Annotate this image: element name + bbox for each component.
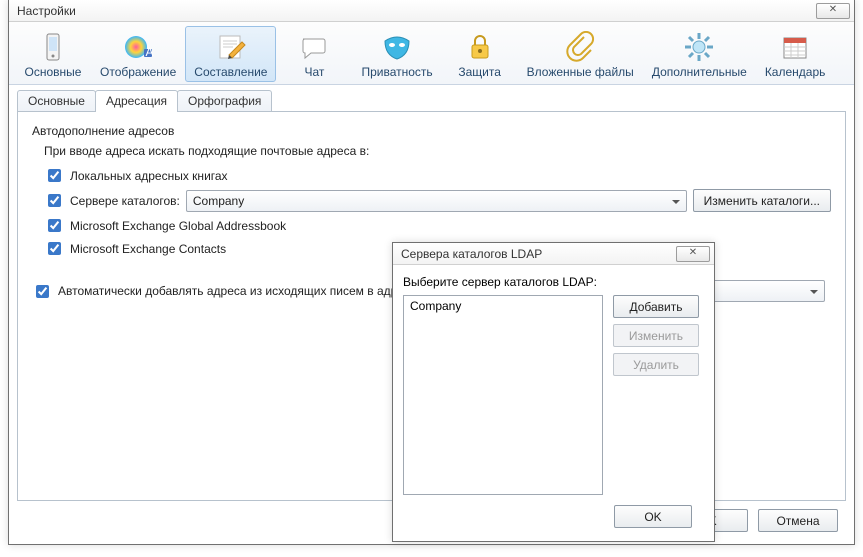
gear-icon [683, 31, 715, 63]
cat-chat[interactable]: Чат [276, 26, 352, 82]
calendar-icon [779, 31, 811, 63]
dialog-titlebar: Сервера каталогов LDAP ✕ [393, 243, 714, 265]
lock-icon [464, 31, 496, 63]
label: Календарь [765, 65, 826, 79]
phone-icon [37, 31, 69, 63]
cb-local[interactable] [48, 169, 61, 182]
category-toolbar: Основные Aa Отображение Составление Чат … [9, 22, 854, 85]
titlebar: Настройки ✕ [9, 0, 854, 22]
tab-addressing[interactable]: Адресация [95, 90, 178, 112]
palette-icon: Aa [122, 31, 154, 63]
cb-gal[interactable] [48, 219, 61, 232]
ldap-listbox[interactable]: Company [403, 295, 603, 495]
cb-directory[interactable] [48, 194, 61, 207]
cb-contacts-label: Microsoft Exchange Contacts [70, 242, 226, 256]
cat-security[interactable]: Защита [442, 26, 518, 82]
cat-privacy[interactable]: Приватность [352, 26, 441, 82]
directory-select[interactable]: Company [186, 190, 687, 212]
label: Чат [305, 65, 325, 79]
label: Защита [458, 65, 501, 79]
compose-icon [215, 31, 247, 63]
mask-icon [381, 31, 413, 63]
svg-text:Aa: Aa [146, 45, 155, 59]
add-button[interactable]: Добавить [613, 295, 699, 318]
cb-directory-label: Сервере каталогов: [70, 194, 180, 208]
delete-button[interactable]: Удалить [613, 353, 699, 376]
hint: При вводе адреса искать подходящие почто… [44, 144, 831, 158]
label: Приватность [361, 65, 432, 79]
cb-auto-add-label: Автоматически добавлять адреса из исходя… [58, 284, 397, 298]
dialog-ok-button[interactable]: OK [614, 505, 692, 528]
close-button[interactable]: ✕ [816, 3, 850, 19]
tab-spelling[interactable]: Орфография [177, 90, 272, 112]
cat-compose[interactable]: Составление [185, 26, 276, 82]
ldap-dialog: Сервера каталогов LDAP ✕ Выберите сервер… [392, 242, 715, 542]
cb-local-label: Локальных адресных книгах [70, 169, 228, 183]
cat-general[interactable]: Основные [15, 26, 91, 82]
edit-directories-button[interactable]: Изменить каталоги... [693, 189, 831, 212]
label: Составление [194, 65, 267, 79]
label: Дополнительные [652, 65, 747, 79]
list-item[interactable]: Company [408, 298, 598, 314]
chat-icon [298, 31, 330, 63]
cancel-button[interactable]: Отмена [758, 509, 838, 532]
dialog-close-button[interactable]: ✕ [676, 246, 710, 262]
cb-contacts[interactable] [48, 242, 61, 255]
tab-general[interactable]: Основные [17, 90, 96, 112]
window-title: Настройки [17, 4, 816, 18]
directory-selected: Company [193, 194, 244, 208]
cb-gal-label: Microsoft Exchange Global Addressbook [70, 219, 286, 233]
label: Вложенные файлы [527, 65, 634, 79]
cat-attach[interactable]: Вложенные файлы [518, 26, 643, 82]
cat-calendar[interactable]: Календарь [756, 26, 835, 82]
dialog-body: Выберите сервер каталогов LDAP: Company … [393, 265, 714, 538]
edit-button[interactable]: Изменить [613, 324, 699, 347]
tabs: Основные Адресация Орфография [9, 85, 854, 111]
label: Отображение [100, 65, 176, 79]
cat-display[interactable]: Aa Отображение [91, 26, 185, 82]
dialog-title: Сервера каталогов LDAP [401, 247, 676, 261]
group-title: Автодополнение адресов [32, 124, 831, 138]
dialog-hint: Выберите сервер каталогов LDAP: [403, 275, 704, 289]
label: Основные [25, 65, 82, 79]
cat-advanced[interactable]: Дополнительные [643, 26, 756, 82]
cb-auto-add[interactable] [36, 285, 49, 298]
paperclip-icon [564, 31, 596, 63]
